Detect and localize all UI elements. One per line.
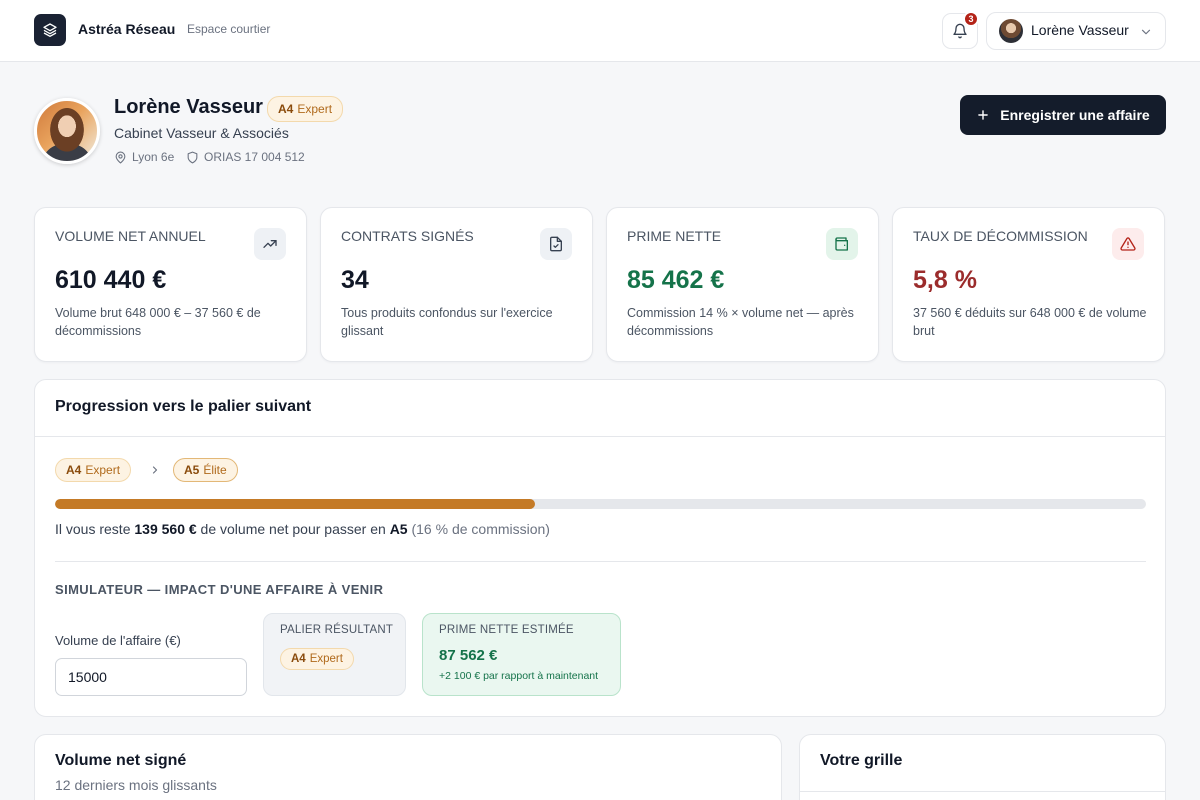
tier-progress-fill [55,499,536,509]
profile-orias: ORIAS 17 004 512 [186,150,305,164]
next-tier-code: A5 [184,463,200,477]
wallet-icon [826,228,858,260]
kpi-label: PRIME NETTE [627,228,722,244]
profile-orias-text: ORIAS 17 004 512 [204,150,305,164]
simulator-title: SIMULATEUR — IMPACT D'UNE AFFAIRE À VENI… [55,582,384,597]
divider [35,436,1165,437]
net-volume-chart-card: Volume net signé 12 derniers mois glissa… [34,734,782,800]
logo-layers-icon[interactable] [34,14,66,46]
chevron-down-icon [1141,29,1151,35]
top-bar: Astréa Réseau Espace courtier 3 Lorène V… [0,0,1200,62]
tier-badge: A4 Expert [267,96,344,122]
deal-volume-input[interactable] [55,658,247,696]
card-subtitle: 12 derniers mois glissants [55,777,217,793]
kpi-value: 5,8 % [913,266,977,294]
progress-text: Il vous reste 139 560 € de volume net po… [55,521,550,537]
add-deal-button[interactable]: Enregistrer une affaire [960,95,1166,135]
tier-progress-bar [55,499,1146,509]
plus-icon [978,110,989,120]
tier-badge-name: Expert [297,102,333,116]
resulting-tier-name: Expert [309,653,343,665]
card-title: Volume net signé [55,752,187,769]
kpi-value: 34 [341,266,369,294]
progression-panel: Progression vers le palier suivant A4 Ex… [34,379,1166,717]
deal-volume-label: Volume de l'affaire (€) [55,633,181,648]
resulting-tier-label: PALIER RÉSULTANT [280,624,394,636]
current-tier-name: Expert [85,463,121,477]
estimated-premium-delta: +2 100 € par rapport à maintenant [439,670,599,682]
progress-next-tier: A5 [389,521,408,537]
kpi-card-net-premium: PRIME NETTE 85 462 € Commission 14 % × v… [606,207,879,362]
divider [800,791,1165,792]
progress-text-suffix: (16 % de commission) [407,521,550,537]
estimated-premium-box: PRIME NETTE ESTIMÉE 87 562 € +2 100 € pa… [422,613,621,696]
progress-text-middle: de volume net pour passer en [196,521,390,537]
next-tier-name: Élite [203,463,227,477]
user-menu-button[interactable]: Lorène Vasseur [986,12,1166,50]
kpi-description: 37 560 € déduits sur 648 000 € de volume… [913,306,1147,338]
card-title: Votre grille [820,752,903,769]
kpi-description: Commission 14 % × volume net — après déc… [627,306,854,338]
divider [55,561,1146,562]
shield-icon [187,151,198,163]
kpi-card-net-volume: VOLUME NET ANNUEL 610 440 € Volume brut … [34,207,307,362]
kpi-value: 85 462 € [627,266,725,294]
profile-cabinet: Cabinet Vasseur & Associés [114,125,289,141]
brand-subtitle: Espace courtier [187,22,271,36]
add-deal-button-label: Enregistrer une affaire [1000,107,1150,123]
file-check-icon [540,228,572,260]
chevron-right-icon [152,466,158,474]
current-tier-code: A4 [66,463,82,477]
brand-name: Astréa Réseau [78,21,176,37]
kpi-label: TAUX DE DÉCOMMISSION [913,228,1088,244]
map-pin-icon [115,151,126,163]
user-avatar [999,19,1023,43]
kpi-description: Tous produits confondus sur l'exercice g… [341,306,553,338]
profile-name: Lorène Vasseur [114,96,263,118]
user-menu-name: Lorène Vasseur [1031,22,1129,38]
current-tier-badge: A4 Expert [55,458,132,482]
resulting-tier-box: PALIER RÉSULTANT A4 Expert [263,613,406,696]
tier-badge-code: A4 [278,102,294,116]
profile-avatar [34,98,100,164]
notification-count-badge: 3 [963,11,979,27]
panel-title: Progression vers le palier suivant [55,398,312,415]
kpi-card-contracts: CONTRATS SIGNÉS 34 Tous produits confond… [320,207,593,362]
kpi-card-clawback-rate: TAUX DE DÉCOMMISSION 5,8 % 37 560 € dédu… [892,207,1165,362]
resulting-tier-code: A4 [291,653,306,665]
progress-remaining: 139 560 € [134,521,197,537]
trending-up-icon [254,228,286,260]
profile-location: Lyon 6e [114,150,174,164]
progress-text-prefix: Il vous reste [55,521,135,537]
resulting-tier-badge: A4 Expert [280,648,354,670]
estimated-premium-value: 87 562 € [439,647,498,664]
estimated-premium-label: PRIME NETTE ESTIMÉE [439,624,574,636]
alert-triangle-icon [1112,228,1144,260]
commission-grid-card: Votre grille [799,734,1166,800]
profile-location-text: Lyon 6e [132,150,175,164]
kpi-label: CONTRATS SIGNÉS [341,228,474,244]
kpi-description: Volume brut 648 000 € – 37 560 € de déco… [55,306,261,338]
next-tier-badge: A5 Élite [173,458,238,482]
kpi-label: VOLUME NET ANNUEL [55,228,206,244]
kpi-value: 610 440 € [55,266,167,294]
